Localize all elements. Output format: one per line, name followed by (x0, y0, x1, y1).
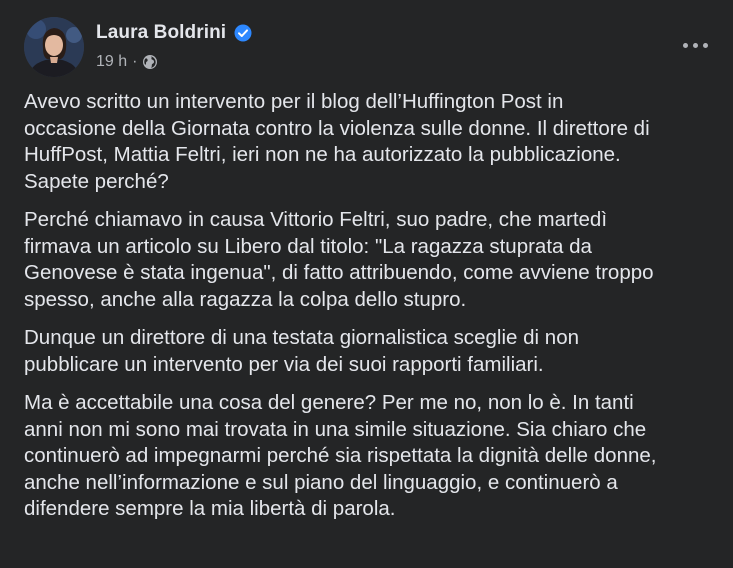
name-row: Laura Boldrini (96, 21, 252, 45)
post-paragraph-1: Avevo scritto un intervento per il blog … (24, 90, 650, 193)
post-timestamp[interactable]: 19 h (96, 53, 127, 71)
post-body: Avevo scritto un intervento per il blog … (24, 89, 729, 535)
post-paragraph-4: Ma è accettabile una cosa del genere? Pe… (24, 391, 657, 520)
meta-separator: · (132, 53, 138, 70)
more-dot (692, 42, 698, 48)
post-paragraph-3: Dunque un direttore di una testata giorn… (24, 326, 579, 376)
avatar[interactable] (24, 17, 84, 77)
more-dot (682, 42, 688, 48)
author-name[interactable]: Laura Boldrini (96, 22, 226, 44)
facebook-post: Laura Boldrini 19 h · Avevo scritto un i… (0, 0, 733, 568)
avatar-image (24, 17, 84, 77)
more-options-icon[interactable] (677, 31, 713, 59)
post-header: Laura Boldrini 19 h · (24, 17, 717, 81)
post-paragraph-2: Perché chiamavo in causa Vittorio Feltri… (24, 208, 654, 311)
verified-badge-icon (234, 24, 252, 42)
globe-icon[interactable] (142, 54, 158, 70)
more-dot (702, 42, 708, 48)
post-meta: 19 h · (96, 52, 252, 72)
author-block: Laura Boldrini 19 h · (96, 21, 252, 72)
